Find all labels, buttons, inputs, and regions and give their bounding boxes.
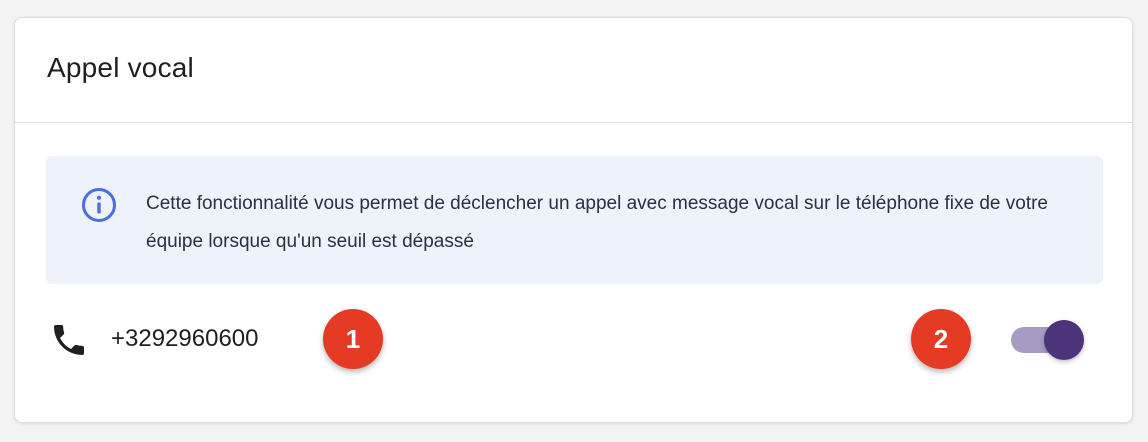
info-circle-icon — [80, 186, 118, 224]
voice-call-toggle[interactable] — [1009, 318, 1087, 362]
voice-call-card: Appel vocal Cette fonctionnalité vous pe… — [14, 17, 1133, 423]
annotation-badge-2: 2 — [911, 309, 971, 369]
toggle-knob — [1044, 320, 1084, 360]
phone-row: +3292960600 1 2 — [15, 308, 1132, 372]
card-header: Appel vocal — [15, 18, 1132, 123]
phone-number: +3292960600 — [111, 325, 259, 352]
phone-icon — [49, 320, 89, 360]
info-banner: Cette fonctionnalité vous permet de décl… — [46, 156, 1103, 284]
annotation-badge-1: 1 — [323, 309, 383, 369]
info-text: Cette fonctionnalité vous permet de décl… — [146, 193, 1048, 252]
card-title: Appel vocal — [47, 52, 194, 83]
